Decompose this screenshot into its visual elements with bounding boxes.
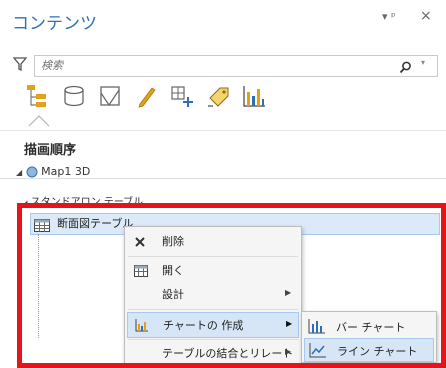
- search-input[interactable]: [41, 58, 381, 73]
- list-by-selection-icon[interactable]: [96, 82, 124, 110]
- search-box[interactable]: ▾: [34, 55, 438, 77]
- search-options-chevron-icon[interactable]: ▾: [421, 58, 425, 67]
- highlight-annotation-frame: [17, 203, 446, 368]
- close-icon[interactable]: ×: [420, 8, 432, 24]
- map-item[interactable]: ◢ Map1 3D: [16, 165, 90, 178]
- list-by-charts-icon[interactable]: [240, 82, 268, 110]
- active-tab-caret: [28, 112, 50, 131]
- pane-options-pin-icon[interactable]: ▾ ᵖ: [382, 10, 396, 23]
- list-by-editing-icon[interactable]: [132, 82, 160, 110]
- expand-arrow-icon[interactable]: ◢: [16, 168, 22, 177]
- section-title: 描画順序: [24, 143, 77, 158]
- filter-icon[interactable]: [12, 56, 28, 75]
- map-item-label: Map1 3D: [41, 165, 91, 178]
- list-by-source-icon[interactable]: [60, 82, 88, 110]
- divider: [0, 130, 446, 131]
- pane-title: コンテンツ: [12, 14, 97, 34]
- list-by-snapping-icon[interactable]: [168, 82, 196, 110]
- globe-icon: [26, 165, 42, 178]
- list-by-labeling-icon[interactable]: [204, 82, 232, 110]
- contents-pane: コンテンツ ▾ ᵖ × ▾: [0, 0, 446, 179]
- list-by-drawing-order-icon[interactable]: [24, 82, 52, 110]
- search-icon[interactable]: [399, 59, 412, 78]
